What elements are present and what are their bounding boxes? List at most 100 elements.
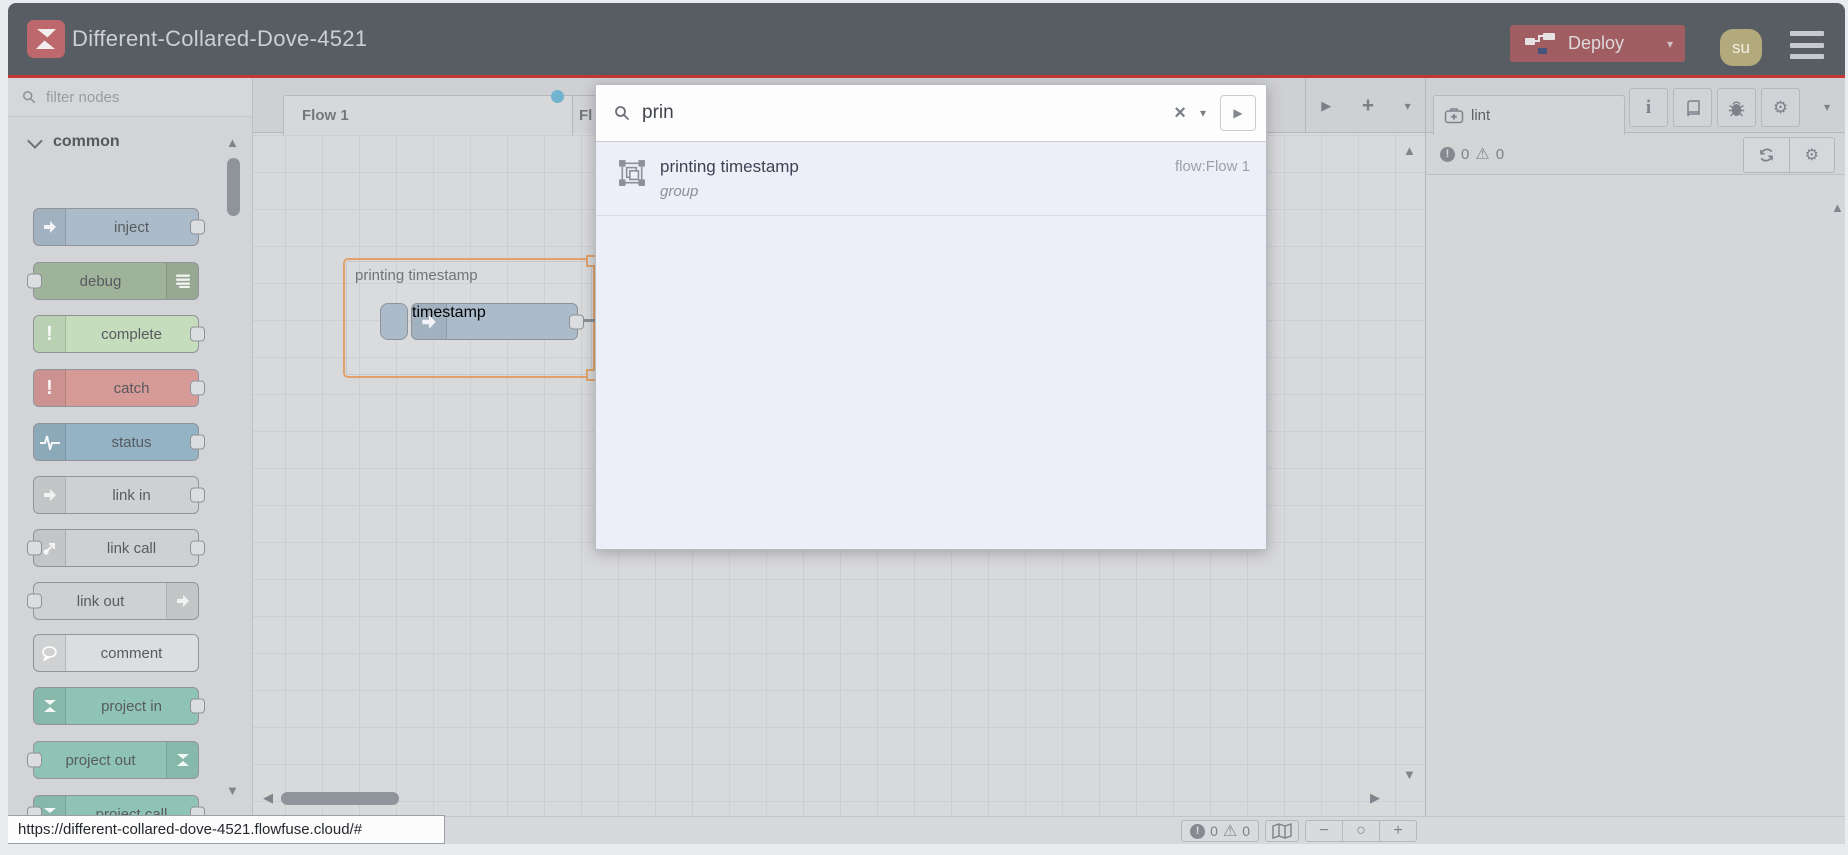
info-icon: i	[1645, 96, 1652, 118]
comment-bubble-icon	[34, 635, 66, 671]
canvas-scroll-right-icon[interactable]: ▶	[1370, 791, 1380, 804]
project-in-icon	[34, 688, 66, 724]
palette-category-common[interactable]: common	[8, 122, 252, 162]
app-window: Different-Collared-Dove-4521 Deploy ▾ su	[8, 3, 1845, 844]
config-tab-button[interactable]: ⚙	[1761, 88, 1800, 127]
palette-scroll-down-icon[interactable]: ▼	[226, 784, 239, 797]
lint-settings-button[interactable]: ⚙	[1788, 138, 1835, 172]
zoom-in-button[interactable]: +	[1379, 820, 1416, 842]
gear-icon: ⚙	[1804, 147, 1819, 164]
deploy-options-chevron-icon[interactable]: ▾	[1667, 37, 1673, 51]
zoom-out-button[interactable]: −	[1306, 820, 1342, 842]
search-input[interactable]	[640, 101, 1169, 125]
canvas-scroll-up-icon[interactable]: ▲	[1403, 144, 1416, 157]
bug-icon	[1728, 101, 1745, 116]
footer-status-counts[interactable]: ! 0 ⚠ 0	[1181, 820, 1259, 842]
deploy-button[interactable]: Deploy ▾	[1510, 25, 1685, 62]
lint-actions: ⚙	[1743, 137, 1835, 173]
output-port	[190, 487, 205, 503]
canvas-scroll-down-icon[interactable]: ▼	[1403, 768, 1416, 781]
palette-scrollbar-thumb[interactable]	[227, 158, 240, 216]
warning-icon: ⚠	[1475, 146, 1490, 163]
tab-flow-1[interactable]: Flow 1	[283, 90, 573, 135]
output-port	[190, 326, 205, 342]
add-flow-button[interactable]: +	[1362, 94, 1374, 118]
palette-node-catch[interactable]: ! catch	[33, 369, 205, 407]
zoom-controls: − ○ +	[1305, 820, 1417, 842]
scroll-tabs-icon[interactable]: ▶	[1321, 98, 1331, 114]
info-tab-button[interactable]: i	[1629, 88, 1668, 127]
error-count: 0	[1461, 145, 1470, 163]
palette-node-project-out[interactable]: project out	[27, 741, 199, 779]
node-palette: common inject debug ! complete ! catch	[8, 78, 253, 833]
output-port[interactable]	[569, 314, 584, 329]
output-port	[190, 219, 205, 235]
exclamation-icon: !	[34, 316, 66, 352]
palette-node-status[interactable]: status	[33, 423, 205, 461]
palette-node-complete[interactable]: ! complete	[33, 315, 205, 353]
palette-node-link-call[interactable]: link call	[27, 529, 205, 567]
inject-trigger-button[interactable]	[380, 303, 408, 340]
user-menu-button[interactable]: su	[1720, 29, 1762, 66]
canvas-hscrollbar-thumb[interactable]	[281, 792, 399, 805]
main-menu-button[interactable]	[1790, 31, 1824, 59]
palette-filter[interactable]	[8, 78, 252, 117]
lint-counts: ! 0 ⚠ 0	[1440, 133, 1504, 175]
debug-tab-button[interactable]	[1717, 88, 1756, 127]
lint-panel-body: ▲	[1426, 175, 1845, 816]
instance-title: Different-Collared-Dove-4521	[72, 26, 368, 51]
navigator-button[interactable]	[1265, 820, 1299, 842]
canvas-scroll-left-icon[interactable]: ◀	[263, 791, 273, 804]
menu-bar	[1790, 42, 1824, 48]
palette-scroll-up-icon[interactable]: ▲	[226, 136, 239, 149]
input-port	[27, 593, 42, 609]
palette-node-link-out[interactable]: link out	[27, 582, 199, 620]
right-sidebar: lint i ⚙ ▾ ! 0 ⚠ 0 ⚙ ▲	[1425, 78, 1845, 816]
browser-link-preview: https://different-collared-dove-4521.flo…	[8, 815, 445, 844]
lint-tab-label: lint	[1471, 107, 1491, 124]
input-port	[27, 540, 42, 556]
sidebar-tab-bar: lint i ⚙ ▾	[1426, 78, 1845, 135]
node-red-logo-icon	[27, 20, 65, 58]
help-tab-button[interactable]	[1673, 88, 1712, 127]
palette-node-debug[interactable]: debug	[27, 262, 199, 300]
search-icon	[22, 90, 36, 104]
lint-toolbar: ! 0 ⚠ 0 ⚙	[1426, 133, 1845, 175]
flow-list-chevron-icon[interactable]: ▾	[1405, 99, 1411, 113]
avatar-initials: su	[1732, 37, 1750, 57]
project-out-icon	[166, 742, 198, 778]
clear-search-icon[interactable]: ×	[1168, 102, 1192, 125]
search-result-item[interactable]: printing timestamp flow:Flow 1 group	[596, 145, 1266, 216]
refresh-button[interactable]	[1744, 138, 1789, 172]
canvas-node-timestamp[interactable]: timestamp	[411, 303, 584, 340]
filter-nodes-input[interactable]	[44, 87, 218, 107]
search-dialog: × ▾ ▶ printing timestamp flo	[595, 84, 1267, 550]
chevron-down-icon	[27, 132, 43, 149]
palette-node-link-in[interactable]: link in	[33, 476, 205, 514]
search-results-list: printing timestamp flow:Flow 1 group	[596, 141, 1266, 549]
zoom-reset-button[interactable]: ○	[1342, 820, 1379, 842]
error-count: 0	[1210, 823, 1218, 839]
tab-lint[interactable]: lint	[1433, 95, 1625, 135]
error-icon: !	[1440, 146, 1455, 162]
map-icon	[1272, 823, 1292, 839]
result-location: flow:Flow 1	[1174, 158, 1250, 175]
group-icon	[619, 160, 645, 186]
search-options-chevron-icon[interactable]: ▾	[1192, 106, 1214, 120]
category-label: common	[53, 133, 120, 150]
link-out-icon	[166, 583, 198, 619]
palette-node-comment[interactable]: comment	[33, 634, 199, 672]
sidebar-scroll-up-icon[interactable]: ▲	[1831, 200, 1844, 215]
input-port	[27, 273, 42, 289]
footer-controls: ! 0 ⚠ 0 − ○ +	[1181, 820, 1417, 842]
warning-icon: ⚠	[1222, 823, 1238, 840]
palette-node-inject[interactable]: inject	[33, 208, 205, 246]
sidebar-tabs-chevron-icon[interactable]: ▾	[1824, 100, 1830, 114]
group-label: printing timestamp	[355, 267, 478, 284]
search-expand-button[interactable]: ▶	[1220, 95, 1256, 131]
input-port	[27, 752, 42, 768]
exclamation-icon: !	[34, 370, 66, 406]
palette-node-project-in[interactable]: project in	[33, 687, 205, 725]
inject-arrow-icon	[34, 209, 66, 245]
lint-kit-icon	[1444, 108, 1464, 124]
